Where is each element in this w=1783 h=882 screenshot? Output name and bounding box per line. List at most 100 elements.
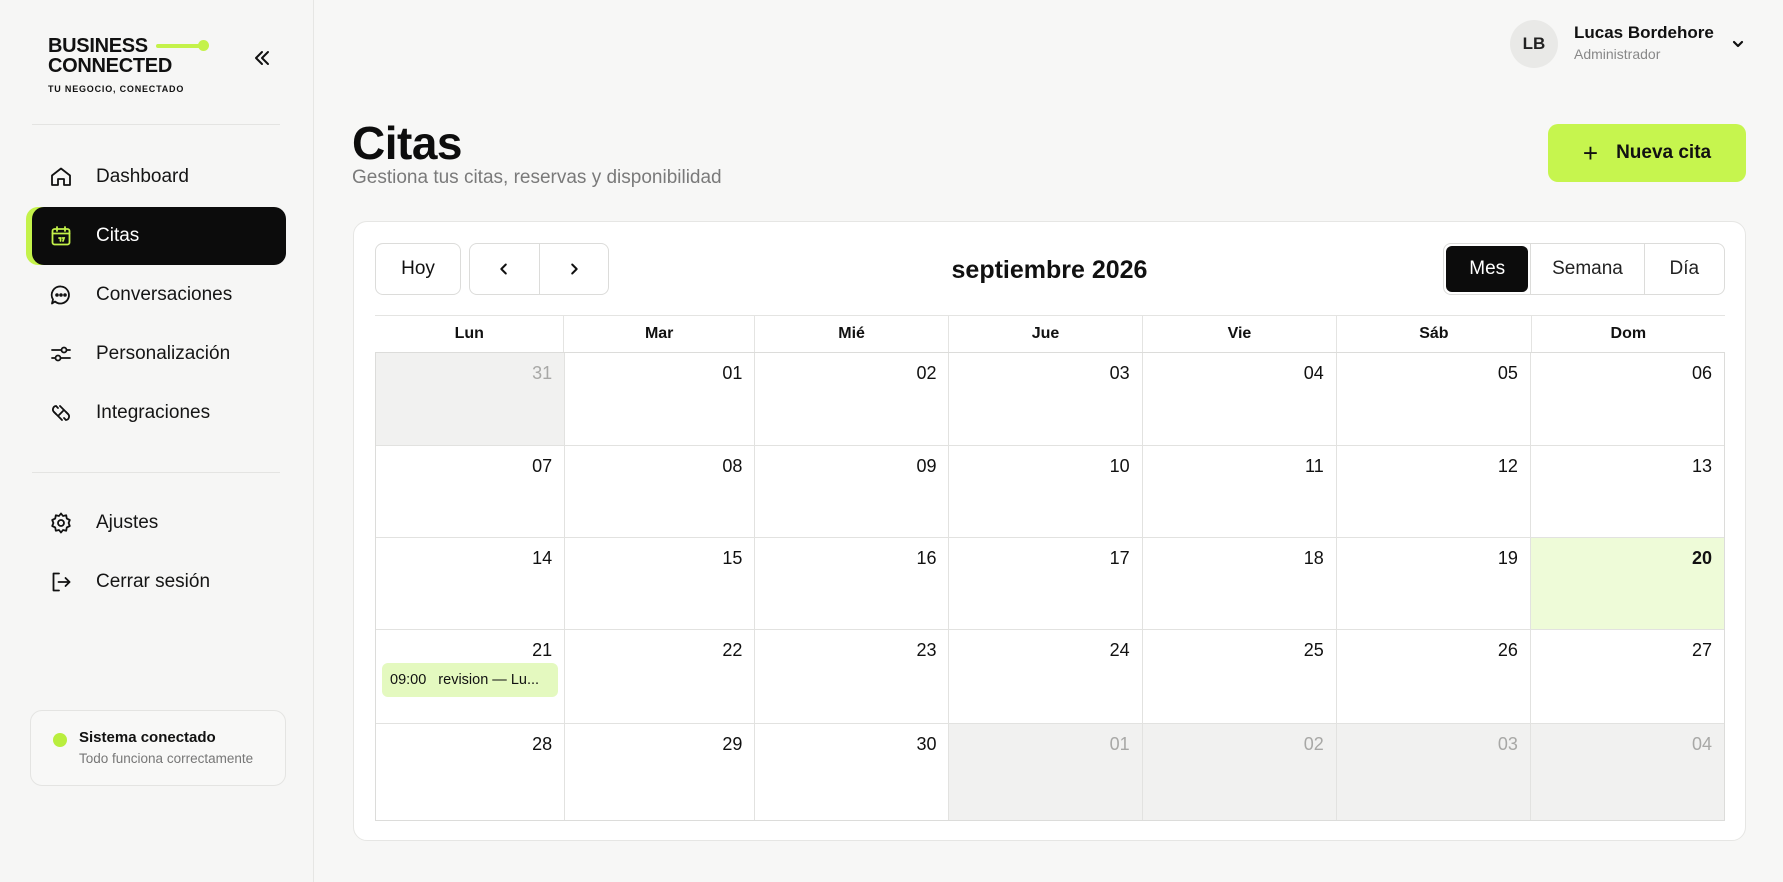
status-subtitle: Todo funciona correctamente bbox=[79, 751, 254, 766]
view-month-button[interactable]: Mes bbox=[1446, 246, 1529, 292]
weekday-header: Vie bbox=[1141, 316, 1336, 352]
calendar-day[interactable]: 13 bbox=[1529, 446, 1724, 537]
sidebar-item-label: Ajustes bbox=[96, 512, 159, 533]
calendar-day-outside-month[interactable]: 31 bbox=[376, 353, 565, 445]
new-appointment-button[interactable]: + Nueva cita bbox=[1548, 124, 1746, 182]
calendar-day[interactable]: 18 bbox=[1141, 538, 1336, 629]
calendar-day[interactable]: 17 bbox=[948, 538, 1142, 629]
day-number: 03 bbox=[1497, 734, 1518, 754]
weekday-header: Lun bbox=[454, 325, 484, 342]
next-month-button[interactable] bbox=[538, 244, 609, 294]
calendar-day[interactable]: 21 09:00 revision — Lu... bbox=[376, 630, 565, 723]
calendar-day[interactable]: 08 bbox=[564, 446, 755, 537]
calendar-day[interactable]: 22 bbox=[564, 630, 755, 723]
chevron-left-icon bbox=[500, 263, 508, 275]
calendar-day[interactable]: 01 bbox=[564, 353, 755, 445]
brand-line-2: CONNECTED bbox=[48, 55, 172, 77]
sidebar-item-conversaciones[interactable]: Conversaciones bbox=[32, 266, 286, 324]
calendar-day-today[interactable]: 20 bbox=[1529, 538, 1724, 629]
calendar-day[interactable]: 06 bbox=[1529, 353, 1724, 445]
day-number: 25 bbox=[1303, 640, 1324, 660]
day-number: 01 bbox=[1109, 734, 1130, 754]
calendar-day[interactable]: 05 bbox=[1335, 353, 1530, 445]
home-icon bbox=[48, 164, 74, 190]
collapse-sidebar-button[interactable] bbox=[248, 44, 276, 72]
calendar-day[interactable]: 28 bbox=[376, 724, 565, 820]
calendar-day[interactable]: 11 bbox=[1141, 446, 1336, 537]
calendar-day-outside-month[interactable]: 02 bbox=[1141, 724, 1336, 820]
calendar-day[interactable]: 26 bbox=[1335, 630, 1530, 723]
calendar-day[interactable]: 15 bbox=[564, 538, 755, 629]
calendar-day[interactable]: 27 bbox=[1529, 630, 1724, 723]
previous-month-button[interactable] bbox=[470, 244, 539, 294]
day-number: 20 bbox=[1691, 548, 1712, 568]
sidebar-divider bbox=[32, 124, 280, 125]
chevron-down-icon bbox=[1732, 40, 1744, 48]
sidebar-item-dashboard[interactable]: Dashboard bbox=[32, 148, 286, 206]
calendar-day[interactable]: 07 bbox=[376, 446, 565, 537]
sidebar-item-cerrar-sesion[interactable]: Cerrar sesión bbox=[32, 553, 286, 611]
day-number: 04 bbox=[1303, 363, 1324, 383]
day-number: 21 bbox=[532, 640, 553, 660]
calendar-day-outside-month[interactable]: 01 bbox=[948, 724, 1142, 820]
view-week-button[interactable]: Semana bbox=[1530, 244, 1643, 294]
sidebar-item-ajustes[interactable]: Ajustes bbox=[32, 494, 286, 552]
brand-logo[interactable]: BUSINESS CONNECTED TU NEGOCIO, CONECTADO bbox=[48, 36, 209, 94]
calendar-day[interactable]: 23 bbox=[754, 630, 949, 723]
calendar-day[interactable]: 04 bbox=[1141, 353, 1336, 445]
calendar-day[interactable]: 19 bbox=[1335, 538, 1530, 629]
weekday-header: Sáb bbox=[1336, 316, 1530, 352]
sidebar-item-integraciones[interactable]: Integraciones bbox=[32, 384, 286, 442]
calendar-day-outside-month[interactable]: 03 bbox=[1335, 724, 1530, 820]
calendar-day[interactable]: 09 bbox=[754, 446, 949, 537]
day-number: 18 bbox=[1303, 548, 1324, 568]
avatar: LB bbox=[1510, 20, 1558, 68]
day-number: 17 bbox=[1109, 548, 1130, 568]
status-title: Sistema conectado bbox=[79, 729, 216, 746]
calendar-week-row: 21 09:00 revision — Lu... 22 23 24 25 26 27 bbox=[376, 629, 1724, 723]
day-number: 31 bbox=[532, 363, 553, 383]
day-number: 01 bbox=[722, 363, 743, 383]
status-indicator-dot bbox=[53, 733, 67, 747]
view-switcher: Mes Semana Día bbox=[1443, 243, 1725, 295]
day-number: 05 bbox=[1497, 363, 1518, 383]
sidebar-item-label: Personalización bbox=[96, 343, 231, 364]
calendar-day[interactable]: 03 bbox=[948, 353, 1142, 445]
chevron-right-icon bbox=[570, 263, 578, 275]
weeks-container: 31 01 02 03 04 05 06 07 08 09 10 11 12 13 14 15 16 17 18 19… bbox=[375, 352, 1725, 821]
day-number: 15 bbox=[722, 548, 743, 568]
calendar-day[interactable]: 24 bbox=[948, 630, 1142, 723]
calendar-day[interactable]: 10 bbox=[948, 446, 1142, 537]
appointment-event[interactable]: 09:00 revision — Lu... bbox=[382, 663, 559, 697]
calendar-day[interactable]: 16 bbox=[754, 538, 949, 629]
day-number: 16 bbox=[916, 548, 937, 568]
sidebar-item-citas[interactable]: Citas bbox=[32, 207, 286, 265]
day-number: 12 bbox=[1497, 456, 1518, 476]
day-number: 22 bbox=[722, 640, 743, 660]
today-button[interactable]: Hoy bbox=[375, 243, 461, 295]
integration-icon bbox=[48, 400, 74, 426]
calendar-day[interactable]: 12 bbox=[1335, 446, 1530, 537]
sidebar-item-personalizacion[interactable]: Personalización bbox=[32, 325, 286, 383]
calendar-day[interactable]: 02 bbox=[754, 353, 949, 445]
sidebar-divider bbox=[32, 472, 280, 473]
calendar-week-row: 07 08 09 10 11 12 13 bbox=[376, 445, 1724, 537]
calendar-day[interactable]: 25 bbox=[1141, 630, 1336, 723]
new-appointment-label: Nueva cita bbox=[1616, 142, 1712, 163]
user-menu[interactable]: LB Lucas Bordehore Administrador bbox=[1510, 20, 1760, 68]
day-number: 23 bbox=[916, 640, 937, 660]
view-day-button[interactable]: Día bbox=[1643, 244, 1724, 294]
sliders-icon bbox=[48, 341, 74, 367]
calendar-week-row: 31 01 02 03 04 05 06 bbox=[376, 353, 1724, 445]
sidebar: BUSINESS CONNECTED TU NEGOCIO, CONECTADO… bbox=[0, 0, 314, 882]
page-title: Citas bbox=[352, 117, 462, 169]
weekday-header: Mié bbox=[753, 316, 948, 352]
plus-icon: + bbox=[1582, 138, 1599, 168]
day-number: 03 bbox=[1109, 363, 1130, 383]
calendar-day[interactable]: 29 bbox=[564, 724, 755, 820]
month-grid: Lun Mar Mié Jue Vie Sáb Dom 31 01 02 03 04 05 06 07 08… bbox=[375, 315, 1725, 821]
brand-accent-line bbox=[156, 44, 202, 48]
calendar-day[interactable]: 14 bbox=[376, 538, 565, 629]
calendar-day-outside-month[interactable]: 04 bbox=[1529, 724, 1724, 820]
calendar-day[interactable]: 30 bbox=[754, 724, 949, 820]
